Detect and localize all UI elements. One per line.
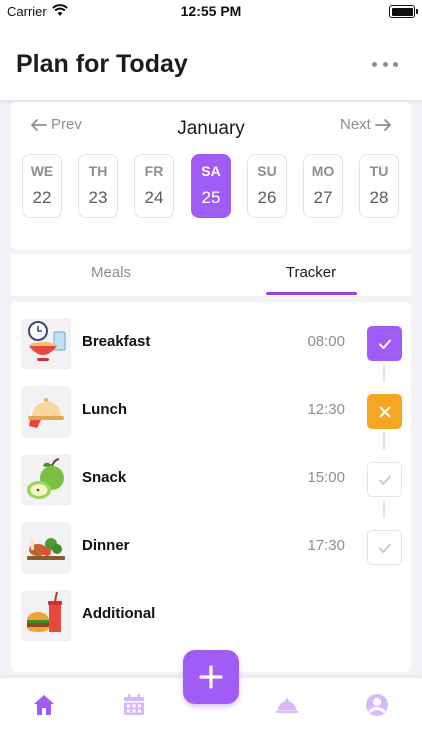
active-tab-indicator: [266, 292, 357, 295]
clock: 12:55 PM: [180, 3, 242, 19]
day-mo[interactable]: MO 27: [303, 154, 343, 218]
header: Plan for Today: [0, 24, 422, 100]
day-date: 28: [369, 188, 389, 207]
tab-tracker[interactable]: Tracker: [251, 264, 371, 281]
meal-row-breakfast[interactable]: Breakfast 08:00: [11, 310, 411, 370]
checkmark-icon: [378, 339, 391, 349]
segment-tabs: Meals Tracker: [11, 254, 411, 296]
breakfast-icon: [21, 318, 71, 370]
day-th[interactable]: TH 23: [78, 154, 118, 218]
day-name: WE: [30, 163, 54, 179]
dinner-icon: [21, 522, 71, 574]
day-date: 22: [32, 188, 52, 207]
tab-meals[interactable]: Meals: [51, 264, 171, 281]
checkmark-icon: [378, 543, 391, 553]
plus-icon: [199, 665, 223, 689]
meal-row-additional[interactable]: Additional: [11, 582, 411, 642]
page-title: Plan for Today: [16, 50, 188, 78]
meal-row-lunch[interactable]: Lunch 12:30: [11, 378, 411, 438]
status-bar: Carrier 12:55 PM: [0, 0, 422, 24]
meal-name: Snack: [82, 469, 127, 486]
arrow-right-icon: [374, 118, 391, 131]
fast-food-icon: [21, 590, 71, 642]
skipped-button[interactable]: [367, 394, 402, 429]
pending-check-button[interactable]: [367, 530, 402, 565]
home-icon[interactable]: [31, 692, 57, 718]
apple-icon: [21, 454, 71, 506]
close-icon: [379, 406, 390, 417]
day-tu[interactable]: TU 28: [359, 154, 399, 218]
day-sa-selected[interactable]: SA 25: [191, 154, 231, 218]
day-we[interactable]: WE 22: [22, 154, 62, 218]
day-date: 27: [313, 188, 333, 207]
day-strip: WE 22 TH 23 FR 24 SA 25 SU 26 MO 27 TU 28: [22, 154, 402, 220]
done-check-button[interactable]: [367, 326, 402, 361]
profile-icon[interactable]: [364, 692, 390, 718]
day-name: SU: [257, 163, 277, 179]
next-label: Next: [340, 116, 371, 133]
day-name: MO: [311, 163, 335, 179]
lunch-icon: [21, 386, 71, 438]
day-date: 23: [88, 188, 108, 207]
checkmark-icon: [378, 475, 391, 485]
next-month-button[interactable]: Next: [340, 116, 392, 133]
day-su[interactable]: SU 26: [247, 154, 287, 218]
meal-row-dinner[interactable]: Dinner 17:30: [11, 514, 411, 574]
meal-time: 17:30: [307, 537, 345, 554]
meal-tracker-list: Breakfast 08:00 Lunch 12:30 Snack 15:00 …: [11, 302, 411, 672]
day-date: 25: [201, 188, 221, 207]
day-date: 26: [257, 188, 277, 207]
battery-icon: [389, 5, 418, 18]
cloche-icon[interactable]: [274, 692, 300, 718]
day-name: TU: [369, 163, 389, 179]
day-name: TH: [88, 163, 108, 179]
pending-check-button[interactable]: [367, 462, 402, 497]
day-name: SA: [201, 163, 221, 179]
day-date: 24: [144, 188, 164, 207]
date-picker-card: Prev January Next WE 22 TH 23 FR 24 SA 25 SU…: [11, 102, 411, 250]
meal-name: Breakfast: [82, 333, 151, 350]
meal-time: 12:30: [307, 401, 345, 418]
meal-time: 15:00: [307, 469, 345, 486]
meal-name: Additional: [82, 605, 156, 622]
meal-row-snack[interactable]: Snack 15:00: [11, 446, 411, 506]
more-options-icon[interactable]: [372, 60, 398, 68]
calendar-icon[interactable]: [121, 692, 147, 718]
meal-name: Dinner: [82, 537, 130, 554]
add-meal-button[interactable]: [183, 650, 239, 704]
meal-time: 08:00: [307, 333, 345, 350]
day-name: FR: [144, 163, 164, 179]
meal-name: Lunch: [82, 401, 127, 418]
day-fr[interactable]: FR 24: [134, 154, 174, 218]
